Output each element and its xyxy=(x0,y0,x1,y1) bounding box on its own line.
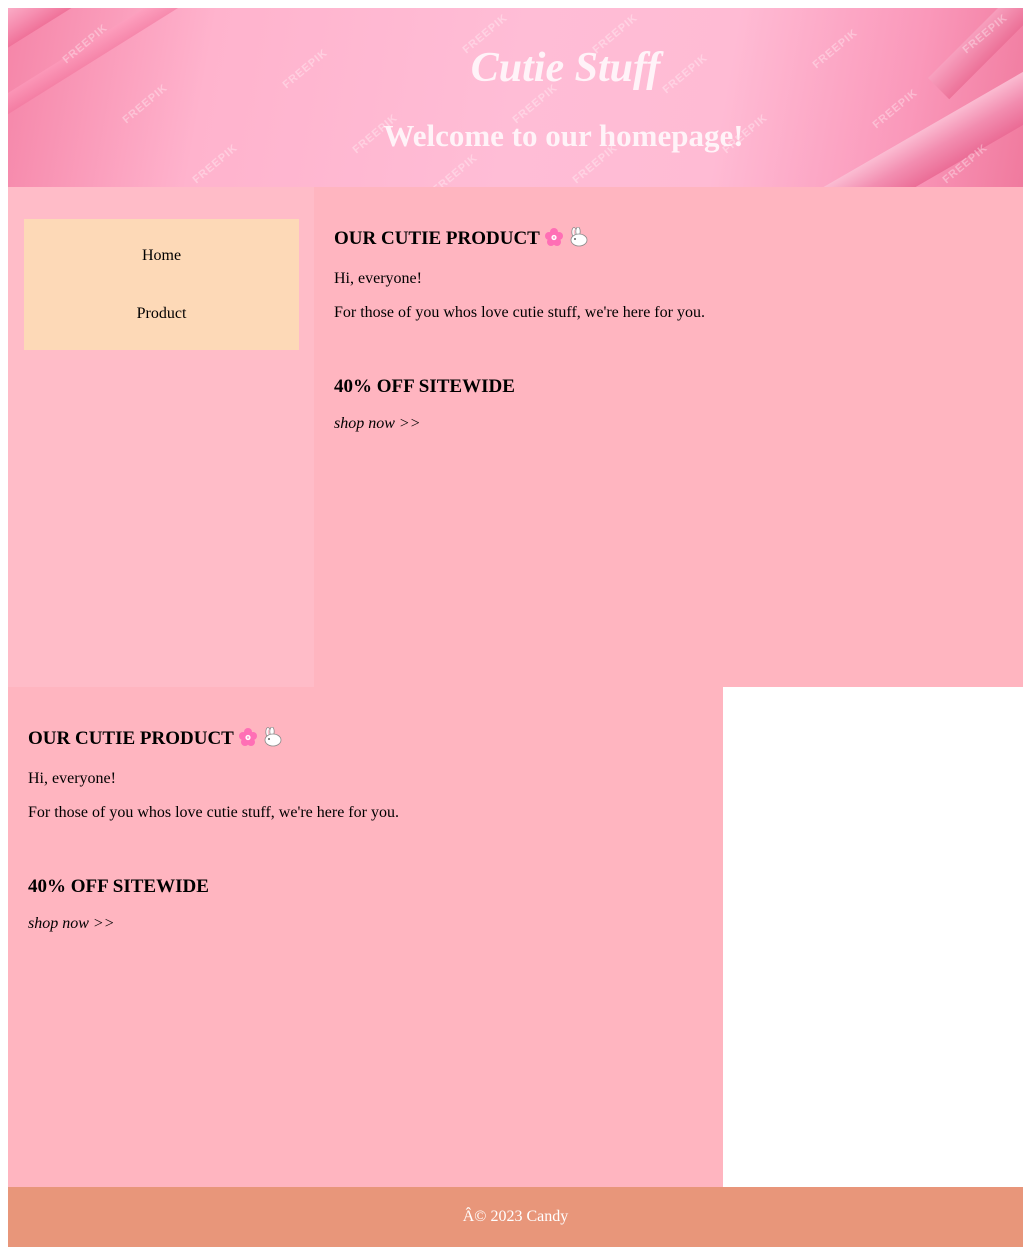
intro-text: For those of you whos love cutie stuff, … xyxy=(334,304,705,321)
copyright-text: Â© 2023 Candy xyxy=(462,1208,569,1225)
section-heading: OUR CUTIE PRODUCT xyxy=(28,726,284,753)
main-content: OUR CUTIE PRODUCT Hi, everyone! For thos… xyxy=(314,187,1023,687)
footer: Â© 2023 Candy xyxy=(8,1187,1023,1247)
shop-now-link[interactable]: shop now >> xyxy=(28,915,115,933)
nav-menu: Home Product xyxy=(24,219,299,350)
nav-item-product[interactable]: Product xyxy=(24,305,299,323)
site-title: Cutie Stuff xyxy=(470,45,661,91)
secondary-content: OUR CUTIE PRODUCT Hi, everyone! For thos… xyxy=(8,687,723,1187)
greeting-text: Hi, everyone! xyxy=(334,270,422,287)
header-banner: FREEPIK FREEPIK FREEPIK FREEPIK FREEPIK … xyxy=(8,8,1023,187)
welcome-heading: Welcome to our homepage! xyxy=(383,118,744,153)
intro-text: For those of you whos love cutie stuff, … xyxy=(28,804,399,821)
shop-now-link[interactable]: shop now >> xyxy=(334,415,421,433)
section-heading-text: OUR CUTIE PRODUCT xyxy=(28,728,234,749)
watermark: FREEPIK xyxy=(430,151,481,187)
nav-item-home[interactable]: Home xyxy=(24,247,299,265)
rabbit-icon xyxy=(262,726,284,753)
sidebar: Home Product xyxy=(8,187,314,687)
section-heading: OUR CUTIE PRODUCT xyxy=(334,226,590,253)
rabbit-icon xyxy=(568,226,590,253)
promo-heading: 40% OFF SITEWIDE xyxy=(28,876,209,897)
greeting-text: Hi, everyone! xyxy=(28,770,116,787)
promo-heading: 40% OFF SITEWIDE xyxy=(334,376,515,397)
cherry-blossom-icon xyxy=(544,227,564,253)
cherry-blossom-icon xyxy=(238,727,258,753)
section-heading-text: OUR CUTIE PRODUCT xyxy=(334,228,540,249)
